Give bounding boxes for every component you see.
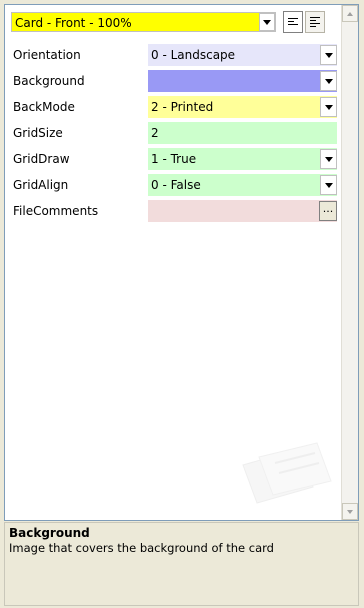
description-pane: Background Image that covers the backgro… xyxy=(4,522,359,606)
scroll-up-icon[interactable] xyxy=(342,5,358,22)
property-row-filecomments[interactable]: FileComments ... xyxy=(11,198,337,224)
property-value-field[interactable] xyxy=(148,70,337,92)
chevron-down-icon[interactable] xyxy=(320,97,337,117)
property-name: FileComments xyxy=(13,204,99,218)
property-name: GridSize xyxy=(13,126,63,140)
property-row-gridalign[interactable]: GridAlign 0 - False xyxy=(11,172,337,198)
property-name: GridDraw xyxy=(13,152,70,166)
property-value-field[interactable]: 2 - Printed xyxy=(148,96,337,118)
property-value-field[interactable]: ... xyxy=(148,200,337,222)
ellipsis-button[interactable]: ... xyxy=(319,201,337,221)
chevron-down-icon[interactable] xyxy=(320,175,337,195)
property-value: 0 - Landscape xyxy=(151,48,236,62)
property-value-field[interactable]: 0 - False xyxy=(148,174,337,196)
property-value: 2 - Printed xyxy=(151,100,214,114)
description-text: Image that covers the background of the … xyxy=(9,541,274,555)
property-row-background[interactable]: Background xyxy=(11,68,337,94)
property-row-backmode[interactable]: BackMode 2 - Printed xyxy=(11,94,337,120)
object-selector-dropdown[interactable]: Card - Front - 100% xyxy=(11,12,276,32)
property-value: 0 - False xyxy=(151,178,201,192)
chevron-down-icon[interactable] xyxy=(320,149,337,169)
description-title: Background xyxy=(9,526,90,540)
chevron-down-icon[interactable] xyxy=(320,71,337,91)
chevron-down-icon[interactable] xyxy=(320,45,337,65)
property-row-griddraw[interactable]: GridDraw 1 - True xyxy=(11,146,337,172)
property-value: 2 xyxy=(151,126,159,140)
cards-watermark-icon xyxy=(242,442,332,504)
scroll-down-icon[interactable] xyxy=(342,503,358,520)
property-list: Orientation 0 - Landscape Background Bac… xyxy=(11,42,337,224)
property-value-field[interactable]: 1 - True xyxy=(148,148,337,170)
align-justify-icon[interactable] xyxy=(305,11,325,33)
property-value-field[interactable]: 0 - Landscape xyxy=(148,44,337,66)
chevron-down-icon[interactable] xyxy=(259,13,275,31)
property-row-orientation[interactable]: Orientation 0 - Landscape xyxy=(11,42,337,68)
property-name: Background xyxy=(13,74,85,88)
object-selector-value: Card - Front - 100% xyxy=(15,16,132,30)
property-row-gridsize[interactable]: GridSize 2 xyxy=(11,120,337,146)
property-name: Orientation xyxy=(13,48,81,62)
align-left-icon[interactable] xyxy=(283,11,303,33)
property-value-input[interactable]: 2 xyxy=(148,122,337,144)
vertical-scrollbar[interactable] xyxy=(341,5,358,520)
object-selector-bar: Card - Front - 100% xyxy=(11,11,337,33)
property-value: 1 - True xyxy=(151,152,197,166)
property-name: GridAlign xyxy=(13,178,69,192)
property-grid-panel: Card - Front - 100% Orientation 0 - Land… xyxy=(4,4,359,521)
property-name: BackMode xyxy=(13,100,75,114)
